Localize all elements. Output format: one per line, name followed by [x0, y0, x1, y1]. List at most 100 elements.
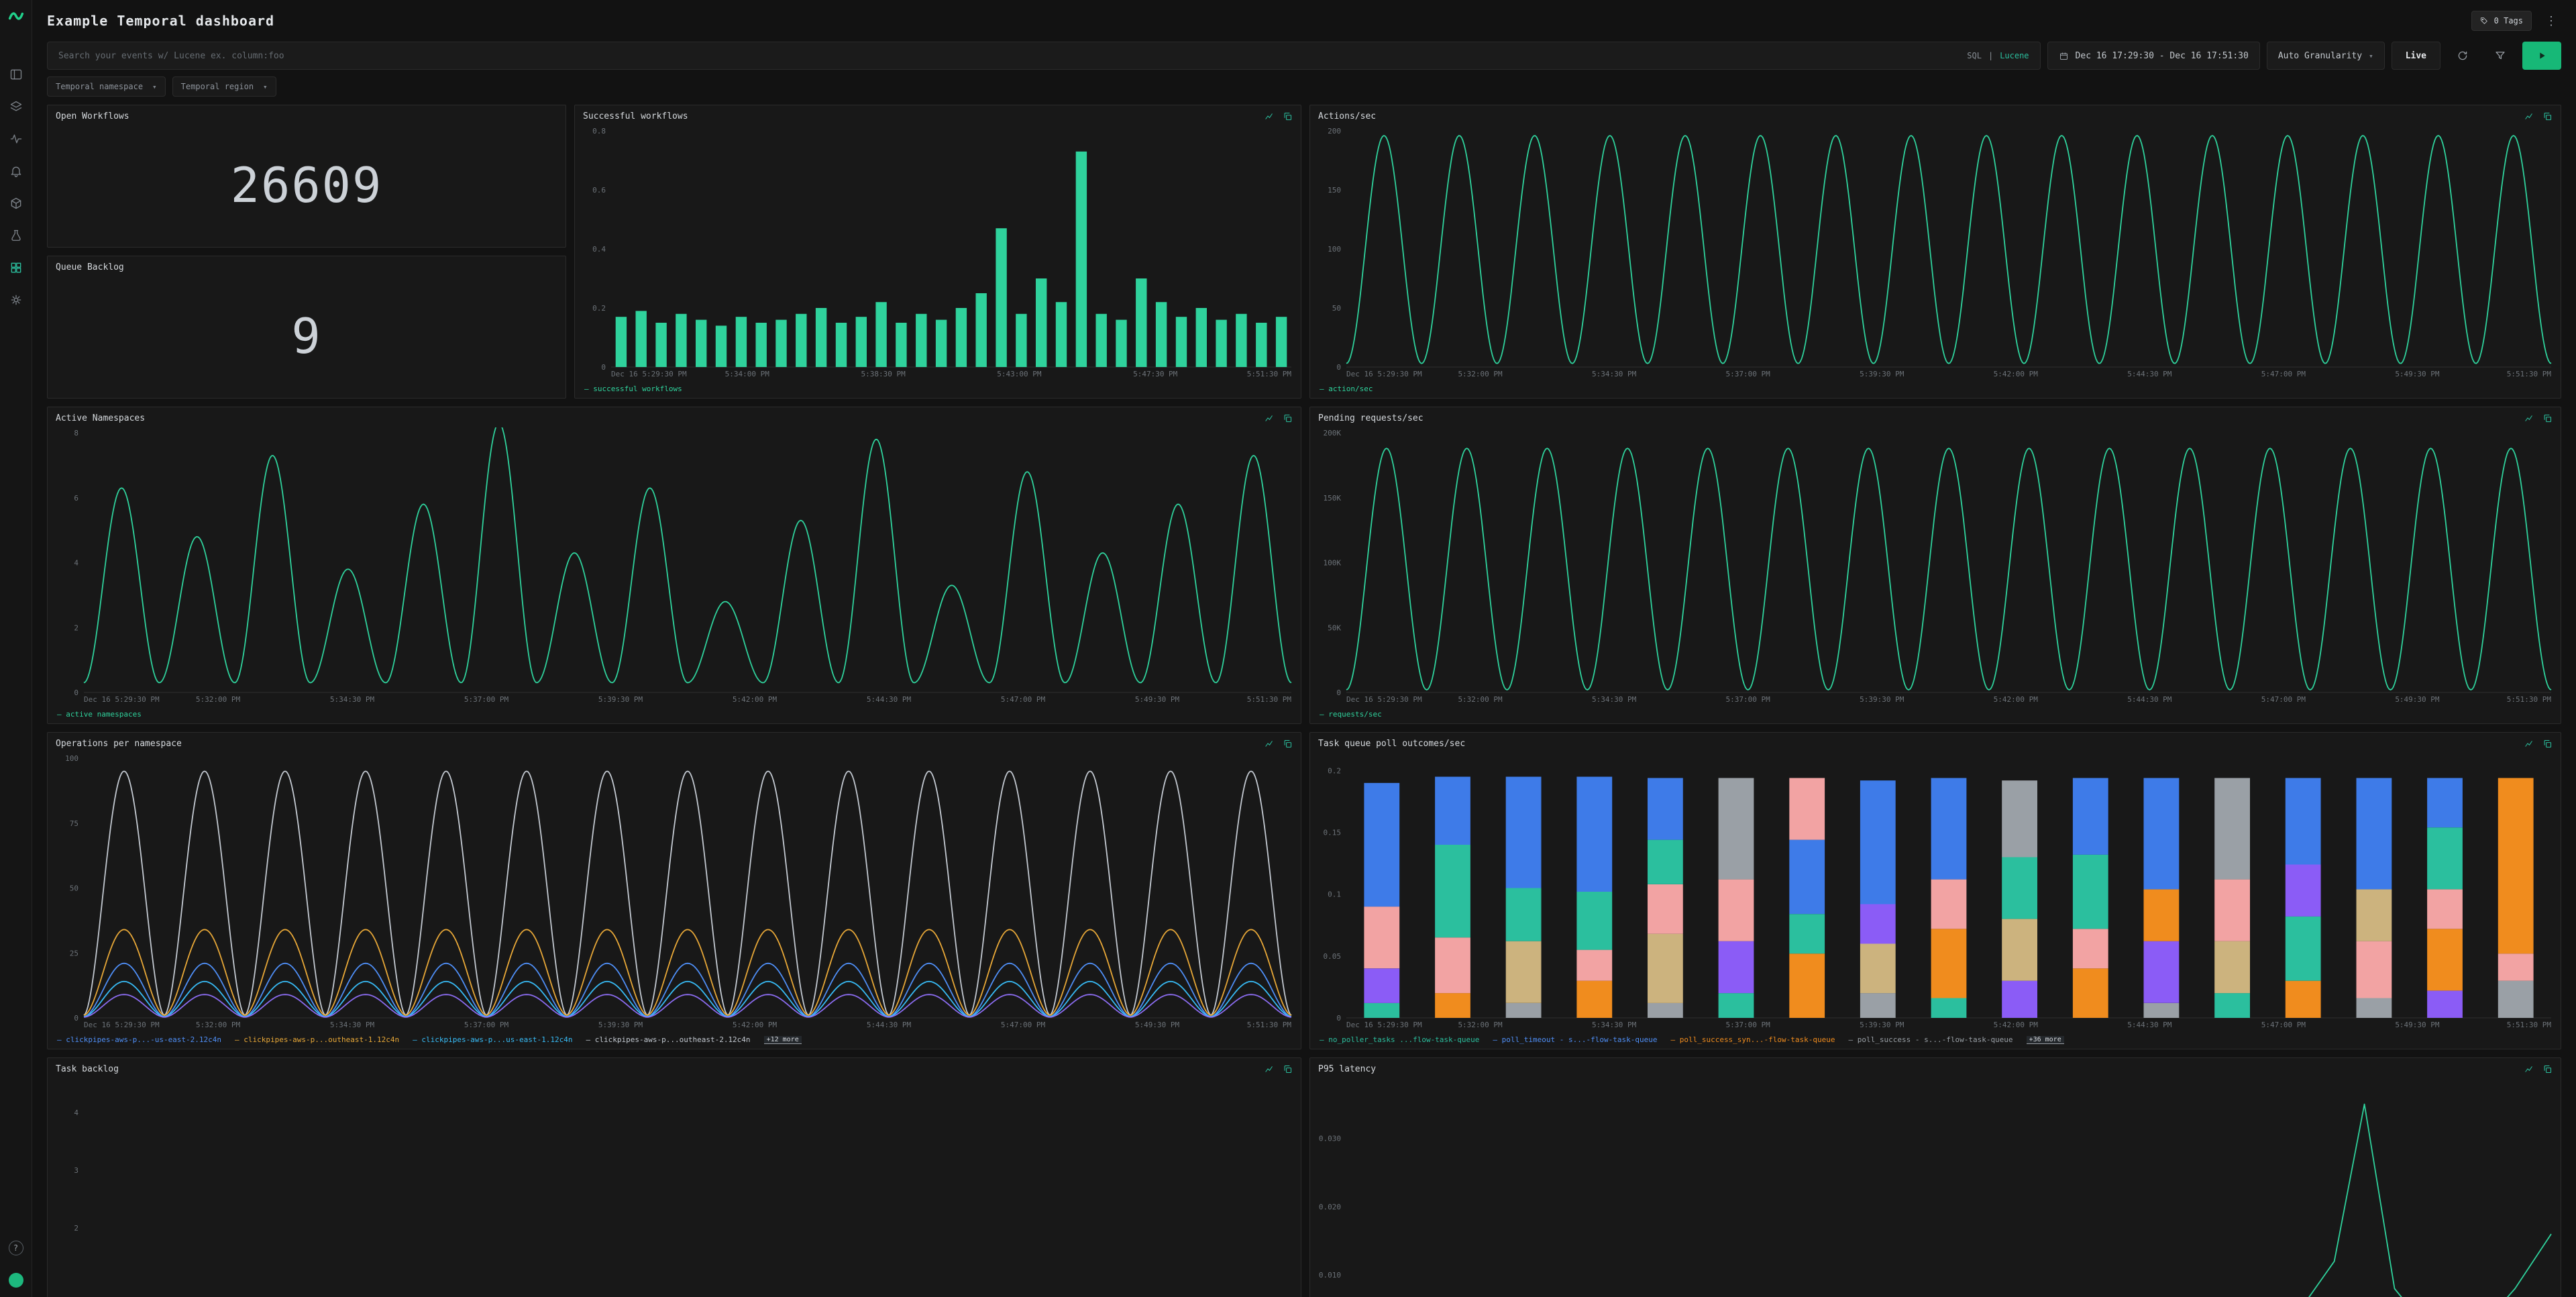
chart-legend[interactable]: — successful workflows — [584, 383, 1294, 395]
live-button[interactable]: Live — [2392, 42, 2440, 70]
app-logo-icon[interactable] — [7, 7, 25, 25]
svg-text:5:39:30 PM: 5:39:30 PM — [598, 1021, 643, 1029]
panel-copy-icon[interactable] — [1283, 413, 1293, 423]
chart-legend[interactable]: — requests/sec — [1320, 709, 2554, 720]
chart-legend[interactable]: — clickpipes-aws-p...-us-east-2.12c4n— c… — [57, 1034, 1294, 1045]
panel-chart-icon[interactable] — [1265, 413, 1275, 423]
sidebar: ? — [0, 0, 32, 1297]
svg-text:Dec 16 5:29:30 PM: Dec 16 5:29:30 PM — [1346, 1021, 1422, 1029]
chart-legend[interactable]: — no_poller_tasks ...flow-task-queue— po… — [1320, 1034, 2554, 1045]
svg-text:5:49:30 PM: 5:49:30 PM — [1135, 695, 1180, 704]
svg-text:5:34:30 PM: 5:34:30 PM — [1592, 695, 1637, 704]
svg-text:5:32:00 PM: 5:32:00 PM — [1458, 695, 1503, 704]
queue-backlog-value: 9 — [48, 274, 566, 398]
svg-text:5:34:30 PM: 5:34:30 PM — [330, 1021, 375, 1029]
svg-text:4: 4 — [74, 1108, 78, 1117]
panel-chart-icon[interactable] — [1265, 739, 1275, 749]
chart-legend[interactable]: — action/sec — [1320, 383, 2554, 395]
svg-text:5:44:30 PM: 5:44:30 PM — [2127, 695, 2172, 704]
kebab-menu-icon[interactable]: ⋮ — [2541, 14, 2561, 28]
panel-copy-icon[interactable] — [2542, 1064, 2553, 1074]
successful-workflows-chart[interactable]: 00.20.40.60.8Dec 16 5:29:30 PM5:34:00 PM… — [578, 125, 1297, 380]
panel-title: Active Namespaces — [56, 413, 145, 423]
svg-text:25: 25 — [70, 949, 78, 957]
chart-legend[interactable]: — active namespaces — [57, 709, 1294, 720]
svg-text:3: 3 — [74, 1166, 78, 1175]
granularity-select[interactable]: Auto Granularity ▾ — [2267, 42, 2385, 70]
svg-text:0.030: 0.030 — [1319, 1134, 1341, 1143]
panel-chart-icon[interactable] — [1265, 1064, 1275, 1074]
task-backlog-chart[interactable]: 234Dec 16 5:29:30 PM5:32:00 PM5:34:30 PM… — [50, 1078, 1297, 1297]
panel-chart-icon[interactable] — [2524, 1064, 2534, 1074]
panel-copy-icon[interactable] — [1283, 111, 1293, 121]
panel-chart-icon[interactable] — [1265, 111, 1275, 121]
tags-label: 0 Tags — [2494, 16, 2523, 25]
sidebar-bell-icon[interactable] — [9, 164, 23, 178]
svg-text:5:37:00 PM: 5:37:00 PM — [1726, 1021, 1771, 1029]
svg-text:75: 75 — [70, 819, 78, 828]
toolbar: SQL | Lucene Dec 16 17:29:30 - Dec 16 17… — [47, 42, 2561, 70]
p95-latency-chart[interactable]: 0.0100.0200.030Dec 16 5:29:30 PM5:32:00 … — [1313, 1078, 2557, 1297]
panel-copy-icon[interactable] — [2542, 413, 2553, 423]
pending-requests-chart[interactable]: 050K100K150K200KDec 16 5:29:30 PM5:32:00… — [1313, 427, 2557, 706]
panel-copy-icon[interactable] — [2542, 111, 2553, 121]
time-range-picker[interactable]: Dec 16 17:29:30 - Dec 16 17:51:30 — [2047, 42, 2260, 70]
panel-chart-icon[interactable] — [2524, 739, 2534, 749]
task-queue-polls-chart[interactable]: 00.050.10.150.2Dec 16 5:29:30 PM5:32:00 … — [1313, 753, 2557, 1031]
svg-text:5:44:30 PM: 5:44:30 PM — [867, 1021, 912, 1029]
sidebar-flask-icon[interactable] — [9, 228, 23, 243]
mode-divider: | — [1988, 51, 1993, 60]
svg-text:5:51:30 PM: 5:51:30 PM — [1247, 370, 1292, 378]
panel-title: Open Workflows — [56, 111, 129, 121]
svg-text:0: 0 — [1336, 688, 1341, 697]
svg-text:5:51:30 PM: 5:51:30 PM — [1247, 695, 1292, 704]
filter-button[interactable] — [2485, 42, 2516, 70]
sidebar-layout-icon[interactable] — [9, 67, 23, 82]
sidebar-dashboards-grid-icon[interactable] — [9, 260, 23, 275]
svg-text:0: 0 — [1336, 363, 1341, 372]
svg-text:50K: 50K — [1328, 623, 1341, 632]
svg-text:Dec 16 5:29:30 PM: Dec 16 5:29:30 PM — [84, 1021, 160, 1029]
panel-chart-icon[interactable] — [2524, 413, 2534, 423]
sidebar-pulse-icon[interactable] — [9, 132, 23, 146]
operations-per-namespace-chart[interactable]: 0255075100Dec 16 5:29:30 PM5:32:00 PM5:3… — [50, 753, 1297, 1031]
sidebar-gear-icon[interactable] — [9, 293, 23, 307]
svg-text:5:34:30 PM: 5:34:30 PM — [330, 695, 375, 704]
search-input[interactable] — [58, 51, 1959, 61]
svg-text:0: 0 — [74, 688, 78, 697]
query-mode-toggle[interactable]: SQL | Lucene — [1967, 51, 2029, 60]
filter-temporal-namespace[interactable]: Temporal namespace ▾ — [47, 76, 166, 97]
panel-chart-icon[interactable] — [2524, 111, 2534, 121]
svg-text:Dec 16 5:29:30 PM: Dec 16 5:29:30 PM — [84, 695, 160, 704]
svg-text:5:47:00 PM: 5:47:00 PM — [2261, 370, 2306, 378]
panel-title: Task backlog — [56, 1064, 119, 1074]
help-icon[interactable]: ? — [9, 1241, 23, 1255]
filter-temporal-region[interactable]: Temporal region ▾ — [172, 76, 276, 97]
panel-copy-icon[interactable] — [1283, 1064, 1293, 1074]
svg-text:0.4: 0.4 — [592, 245, 606, 254]
actions-per-sec-chart[interactable]: 050100150200Dec 16 5:29:30 PM5:32:00 PM5… — [1313, 125, 2557, 380]
active-namespaces-chart[interactable]: 02468Dec 16 5:29:30 PM5:32:00 PM5:34:30 … — [50, 427, 1297, 706]
svg-text:2: 2 — [74, 1224, 78, 1233]
refresh-button[interactable] — [2447, 42, 2478, 70]
sidebar-layers-icon[interactable] — [9, 99, 23, 114]
tags-chip[interactable]: 0 Tags — [2471, 11, 2532, 31]
panel-title: P95 latency — [1318, 1064, 1376, 1074]
panel-copy-icon[interactable] — [1283, 739, 1293, 749]
user-avatar[interactable] — [9, 1273, 23, 1288]
svg-text:100K: 100K — [1324, 559, 1342, 568]
svg-text:5:34:00 PM: 5:34:00 PM — [725, 370, 770, 378]
svg-text:5:42:00 PM: 5:42:00 PM — [1994, 1021, 2039, 1029]
svg-text:5:49:30 PM: 5:49:30 PM — [2395, 695, 2440, 704]
svg-text:5:39:30 PM: 5:39:30 PM — [1860, 695, 1904, 704]
svg-text:0.05: 0.05 — [1324, 952, 1342, 961]
run-query-button[interactable] — [2522, 42, 2561, 70]
panel-copy-icon[interactable] — [2542, 739, 2553, 749]
sidebar-cube-icon[interactable] — [9, 196, 23, 211]
svg-text:Dec 16 5:29:30 PM: Dec 16 5:29:30 PM — [611, 370, 687, 378]
svg-text:5:44:30 PM: 5:44:30 PM — [2127, 370, 2172, 378]
svg-text:0: 0 — [1336, 1014, 1341, 1023]
mode-sql-label[interactable]: SQL — [1967, 51, 1982, 60]
mode-lucene-label[interactable]: Lucene — [2000, 51, 2029, 60]
svg-text:5:42:00 PM: 5:42:00 PM — [1994, 370, 2039, 378]
